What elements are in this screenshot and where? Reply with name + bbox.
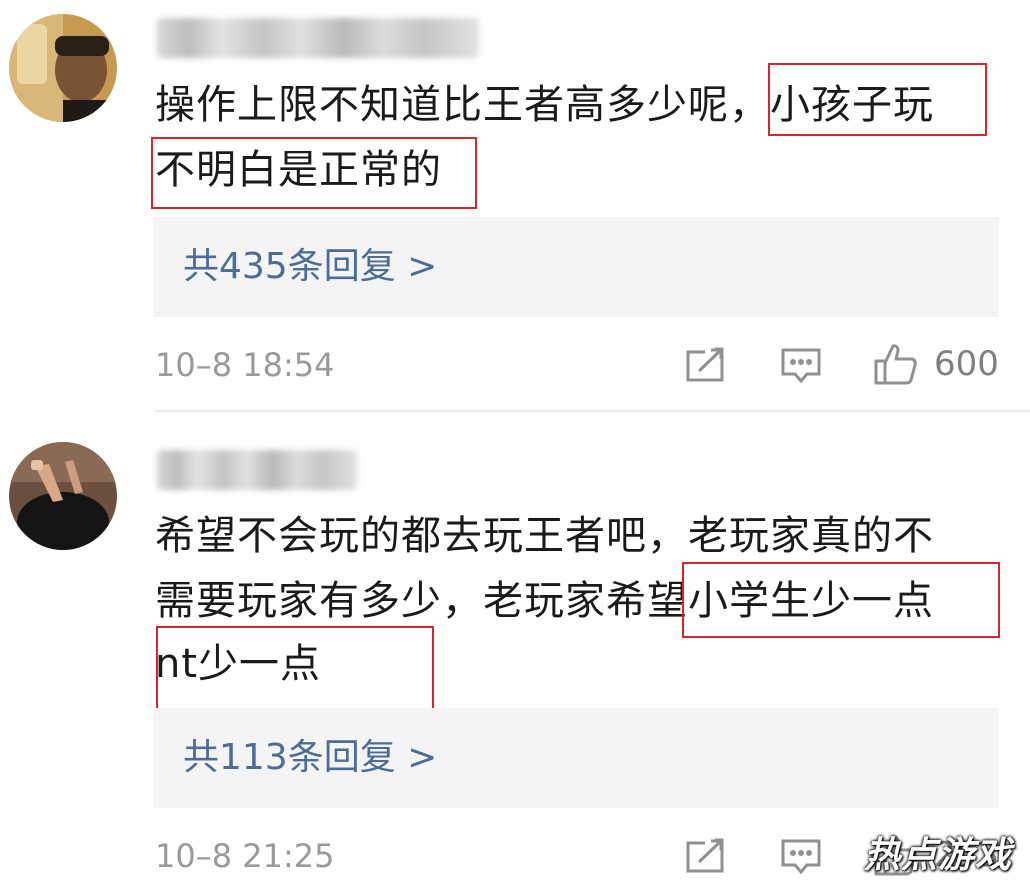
comment-text-line: 希望不会玩的都去玩王者吧，老玩家真的不 xyxy=(155,513,934,559)
reply-summary[interactable]: 共435条回复 > xyxy=(153,217,999,317)
reply-count-link[interactable]: 共435条回复 > xyxy=(183,242,437,292)
watermark: 热点游戏 xyxy=(863,835,1012,876)
comment-item: 希望不会玩的都去玩王者吧，老玩家真的不 需要玩家有多少，老玩家希望小学生少一点 … xyxy=(0,412,1030,888)
comment-timestamp: 10–8 18:54 xyxy=(155,346,335,384)
highlight-box xyxy=(682,562,1000,638)
reply-count-link[interactable]: 共113条回复 > xyxy=(183,733,437,783)
username-blurred[interactable] xyxy=(157,450,357,490)
share-icon[interactable] xyxy=(685,347,725,383)
reply-summary[interactable]: 共113条回复 > xyxy=(153,708,999,808)
comment-timestamp: 10–8 21:25 xyxy=(155,837,335,875)
avatar[interactable] xyxy=(9,442,117,550)
username-blurred[interactable] xyxy=(157,18,479,58)
thumbs-up-icon[interactable] xyxy=(874,342,918,386)
like-count: 600 xyxy=(934,344,999,384)
share-icon[interactable] xyxy=(685,838,725,874)
comment-icon[interactable] xyxy=(780,347,822,385)
highlight-box xyxy=(151,137,477,209)
comment-item: 操作上限不知道比王者高多少呢，小孩子玩 不明白是正常的 共435条回复 > 10… xyxy=(0,0,1030,412)
avatar[interactable] xyxy=(9,14,117,122)
highlight-box xyxy=(156,626,434,713)
highlight-box xyxy=(768,63,987,136)
comment-icon[interactable] xyxy=(780,838,822,876)
